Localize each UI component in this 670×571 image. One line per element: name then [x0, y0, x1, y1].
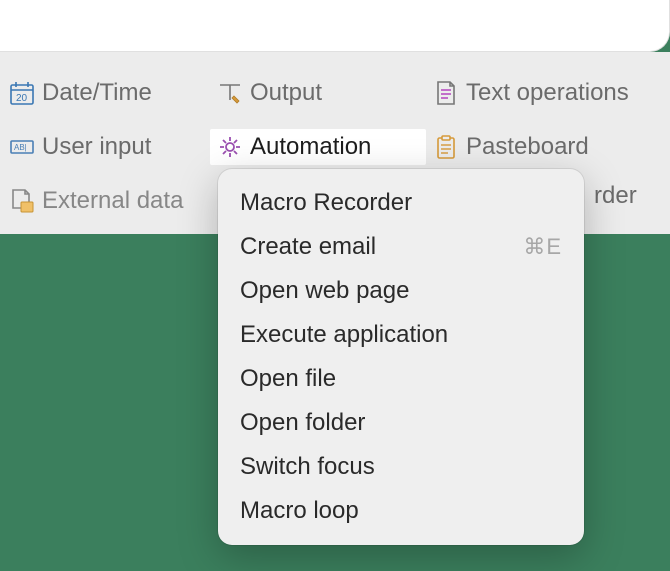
menu-label: Switch focus — [240, 453, 375, 481]
output-icon — [216, 79, 244, 107]
menu-execute-application[interactable]: Execute application — [218, 313, 584, 357]
tool-label: Output — [250, 81, 322, 105]
input-box-icon: AB| — [8, 133, 36, 161]
tool-label: Automation — [250, 135, 371, 159]
menu-label: Open folder — [240, 409, 365, 437]
input-field[interactable] — [0, 0, 670, 52]
clipboard-icon — [432, 133, 460, 161]
toolbar-row: AB| User input Automation — [0, 120, 670, 174]
menu-label: Open web page — [240, 277, 409, 305]
tool-label: External data — [42, 189, 183, 213]
document-icon — [432, 79, 460, 107]
menu-create-email[interactable]: Create email ⌘E — [218, 225, 584, 269]
menu-label: Macro loop — [240, 497, 359, 525]
tool-pasteboard[interactable]: Pasteboard — [426, 129, 595, 165]
tool-label: User input — [42, 135, 151, 159]
menu-open-folder[interactable]: Open folder — [218, 401, 584, 445]
menu-shortcut: ⌘E — [523, 234, 562, 260]
tool-date-time[interactable]: 20 Date/Time — [2, 75, 210, 111]
tool-text-operations[interactable]: Text operations — [426, 75, 635, 111]
menu-label: Open file — [240, 365, 336, 393]
tool-label: Date/Time — [42, 81, 152, 105]
partial-text: rder — [594, 182, 637, 210]
menu-open-file[interactable]: Open file — [218, 357, 584, 401]
svg-text:20: 20 — [16, 93, 28, 104]
tool-automation[interactable]: Automation — [210, 129, 426, 165]
tool-label: Text operations — [466, 81, 629, 105]
menu-label: Execute application — [240, 321, 448, 349]
external-data-icon — [8, 187, 36, 215]
svg-text:AB|: AB| — [14, 143, 27, 152]
tool-user-input[interactable]: AB| User input — [2, 129, 210, 165]
menu-switch-focus[interactable]: Switch focus — [218, 445, 584, 489]
menu-open-web-page[interactable]: Open web page — [218, 269, 584, 313]
menu-label: Macro Recorder — [240, 189, 412, 217]
gear-icon — [216, 133, 244, 161]
tool-output[interactable]: Output — [210, 75, 426, 111]
menu-macro-loop[interactable]: Macro loop — [218, 489, 584, 533]
menu-label: Create email — [240, 233, 376, 261]
toolbar-row: 20 Date/Time Output — [0, 66, 670, 120]
tool-label: Pasteboard — [466, 135, 589, 159]
tool-external-data[interactable]: External data — [2, 183, 210, 219]
menu-macro-recorder[interactable]: Macro Recorder — [218, 181, 584, 225]
automation-dropdown: Macro Recorder Create email ⌘E Open web … — [218, 169, 584, 545]
calendar-icon: 20 — [8, 79, 36, 107]
